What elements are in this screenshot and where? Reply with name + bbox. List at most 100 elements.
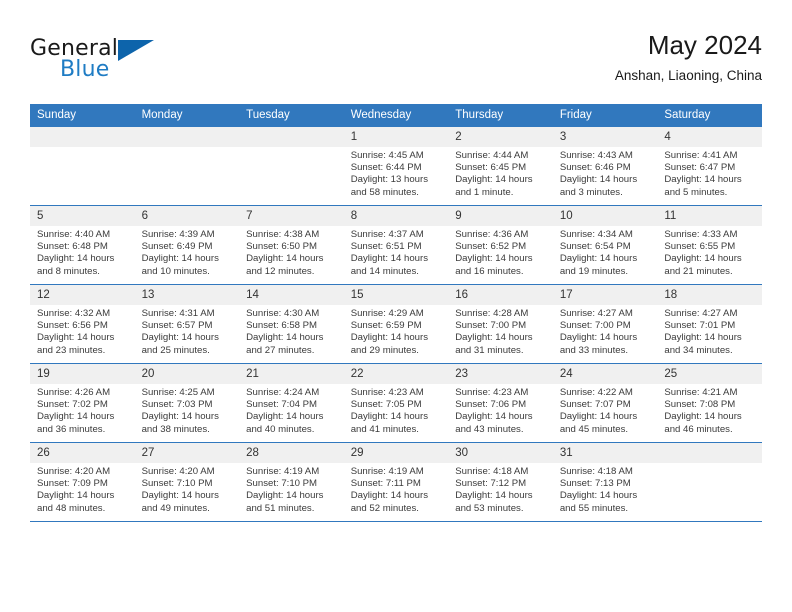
- calendar-day-cell[interactable]: 4 Sunrise: 4:41 AM Sunset: 6:47 PM Daylight…: [657, 127, 762, 206]
- calendar-day-cell[interactable]: 5 Sunrise: 4:40 AM Sunset: 6:48 PM Daylight…: [30, 205, 135, 285]
- calendar-day-cell-empty: [134, 127, 240, 206]
- page-header: General Blue May 2024 Anshan, Liaoning, …: [30, 28, 762, 98]
- day-details: Sunrise: 4:44 AM Sunset: 6:45 PM Daylight:…: [448, 147, 553, 199]
- day-number: 13: [134, 285, 240, 305]
- calendar-day-cell[interactable]: 9 Sunrise: 4:36 AM Sunset: 6:52 PM Daylight…: [448, 205, 553, 285]
- day-details: Sunrise: 4:43 AM Sunset: 6:46 PM Daylight:…: [553, 147, 658, 199]
- day-cell-inner: 11 Sunrise: 4:33 AM Sunset: 6:55 PM Dayligh…: [657, 206, 762, 284]
- calendar-day-cell[interactable]: 17 Sunrise: 4:27 AM Sunset: 7:00 PM Dayligh…: [552, 284, 658, 364]
- day-number: 20: [134, 364, 240, 384]
- calendar-day-cell[interactable]: 3 Sunrise: 4:43 AM Sunset: 6:46 PM Daylight…: [552, 127, 658, 206]
- daylight-duration-line2: and 12 minutes.: [246, 265, 315, 277]
- calendar-day-cell[interactable]: 14 Sunrise: 4:30 AM Sunset: 6:58 PM Dayligh…: [239, 284, 344, 364]
- day-cell-inner: 8 Sunrise: 4:37 AM Sunset: 6:51 PM Daylight…: [343, 206, 449, 284]
- calendar-day-cell[interactable]: 7 Sunrise: 4:38 AM Sunset: 6:50 PM Daylight…: [239, 205, 344, 285]
- general-blue-logo[interactable]: General Blue: [30, 36, 220, 88]
- daylight-duration-line2: and 5 minutes.: [664, 186, 728, 198]
- calendar-day-cell[interactable]: 16 Sunrise: 4:28 AM Sunset: 7:00 PM Dayligh…: [448, 284, 553, 364]
- calendar-day-cell[interactable]: 19 Sunrise: 4:26 AM Sunset: 7:02 PM Dayligh…: [30, 363, 135, 443]
- calendar-day-cell[interactable]: 2 Sunrise: 4:44 AM Sunset: 6:45 PM Daylight…: [448, 127, 553, 206]
- daylight-duration-line1: Daylight: 14 hours: [664, 253, 742, 265]
- sunset-time: Sunset: 6:52 PM: [455, 241, 527, 253]
- calendar-day-cell[interactable]: 21 Sunrise: 4:24 AM Sunset: 7:04 PM Dayligh…: [239, 363, 344, 443]
- day-cell-inner: 12 Sunrise: 4:32 AM Sunset: 6:56 PM Dayligh…: [30, 285, 135, 363]
- daylight-duration-line1: Daylight: 14 hours: [141, 332, 219, 344]
- daylight-duration-line2: and 23 minutes.: [37, 344, 106, 356]
- calendar-day-cell[interactable]: 31 Sunrise: 4:18 AM Sunset: 7:13 PM Dayligh…: [552, 442, 658, 522]
- sunset-time: Sunset: 7:04 PM: [246, 399, 318, 411]
- day-number: 16: [448, 285, 553, 305]
- sunrise-time: Sunrise: 4:44 AM: [455, 150, 529, 161]
- daylight-duration-line1: Daylight: 14 hours: [246, 490, 324, 502]
- calendar-day-cell[interactable]: 20 Sunrise: 4:25 AM Sunset: 7:03 PM Dayligh…: [134, 363, 240, 443]
- day-number: 5: [30, 206, 135, 226]
- sunrise-time: Sunrise: 4:19 AM: [350, 466, 424, 477]
- daylight-duration-line1: Daylight: 14 hours: [455, 490, 533, 502]
- calendar-day-cell[interactable]: 24 Sunrise: 4:22 AM Sunset: 7:07 PM Dayligh…: [552, 363, 658, 443]
- calendar-day-cell[interactable]: 23 Sunrise: 4:23 AM Sunset: 7:06 PM Dayligh…: [448, 363, 553, 443]
- day-number: 26: [30, 443, 135, 463]
- sunrise-time: Sunrise: 4:30 AM: [246, 308, 320, 319]
- calendar-day-cell[interactable]: 13 Sunrise: 4:31 AM Sunset: 6:57 PM Dayligh…: [134, 284, 240, 364]
- calendar-day-cell[interactable]: 28 Sunrise: 4:19 AM Sunset: 7:10 PM Dayligh…: [239, 442, 344, 522]
- calendar-day-cell[interactable]: 10 Sunrise: 4:34 AM Sunset: 6:54 PM Dayligh…: [552, 205, 658, 285]
- daylight-duration-line1: Daylight: 14 hours: [664, 411, 742, 423]
- sunset-time: Sunset: 6:51 PM: [350, 241, 422, 253]
- calendar-day-cell[interactable]: 12 Sunrise: 4:32 AM Sunset: 6:56 PM Dayligh…: [30, 284, 135, 364]
- day-details: Sunrise: 4:23 AM Sunset: 7:06 PM Daylight:…: [448, 384, 553, 436]
- day-number: 21: [239, 364, 344, 384]
- weekday-header-tuesday: Tuesday: [239, 104, 344, 127]
- daylight-duration-line2: and 46 minutes.: [664, 423, 733, 435]
- day-cell-inner: 6 Sunrise: 4:39 AM Sunset: 6:49 PM Daylight…: [134, 206, 240, 284]
- day-cell-inner: [239, 127, 344, 205]
- sunset-time: Sunset: 6:44 PM: [350, 162, 422, 174]
- calendar-week-row: 1 Sunrise: 4:45 AM Sunset: 6:44 PM Daylight…: [30, 127, 762, 206]
- day-cell-inner: 25 Sunrise: 4:21 AM Sunset: 7:08 PM Dayligh…: [657, 364, 762, 442]
- day-cell-inner: 1 Sunrise: 4:45 AM Sunset: 6:44 PM Daylight…: [343, 127, 449, 205]
- calendar-day-cell[interactable]: 29 Sunrise: 4:19 AM Sunset: 7:11 PM Dayligh…: [343, 442, 449, 522]
- calendar-day-cell[interactable]: 22 Sunrise: 4:23 AM Sunset: 7:05 PM Dayligh…: [343, 363, 449, 443]
- sunrise-time: Sunrise: 4:26 AM: [37, 387, 111, 398]
- calendar-day-cell[interactable]: 30 Sunrise: 4:18 AM Sunset: 7:12 PM Dayligh…: [448, 442, 553, 522]
- daylight-duration-line2: and 3 minutes.: [559, 186, 623, 198]
- daylight-duration-line1: Daylight: 14 hours: [37, 490, 115, 502]
- daylight-duration-line1: Daylight: 14 hours: [141, 411, 219, 423]
- day-number: 27: [134, 443, 240, 463]
- calendar-day-cell[interactable]: 25 Sunrise: 4:21 AM Sunset: 7:08 PM Dayligh…: [657, 363, 762, 443]
- calendar-day-cell[interactable]: 11 Sunrise: 4:33 AM Sunset: 6:55 PM Dayligh…: [657, 205, 762, 285]
- day-number: 30: [448, 443, 553, 463]
- calendar-header-row: Sunday Monday Tuesday Wednesday Thursday…: [30, 104, 762, 127]
- calendar-page: General Blue May 2024 Anshan, Liaoning, …: [0, 0, 792, 612]
- daylight-duration-line1: Daylight: 14 hours: [246, 411, 324, 423]
- sunset-time: Sunset: 6:54 PM: [559, 241, 631, 253]
- calendar-week-row: 26 Sunrise: 4:20 AM Sunset: 7:09 PM Dayligh…: [30, 442, 762, 522]
- calendar-body: 1 Sunrise: 4:45 AM Sunset: 6:44 PM Daylight…: [30, 127, 762, 522]
- sunrise-time: Sunrise: 4:36 AM: [455, 229, 529, 240]
- calendar-day-cell[interactable]: 1 Sunrise: 4:45 AM Sunset: 6:44 PM Daylight…: [343, 127, 449, 206]
- day-number: 15: [343, 285, 449, 305]
- day-cell-inner: 23 Sunrise: 4:23 AM Sunset: 7:06 PM Dayligh…: [448, 364, 553, 442]
- title-block: May 2024 Anshan, Liaoning, China: [615, 28, 762, 86]
- day-details: Sunrise: 4:37 AM Sunset: 6:51 PM Daylight:…: [344, 226, 449, 278]
- daylight-duration-line2: and 40 minutes.: [246, 423, 315, 435]
- day-number: 14: [239, 285, 344, 305]
- calendar-day-cell[interactable]: 15 Sunrise: 4:29 AM Sunset: 6:59 PM Dayligh…: [343, 284, 449, 364]
- day-details: Sunrise: 4:20 AM Sunset: 7:10 PM Daylight:…: [135, 463, 240, 515]
- day-number: 19: [30, 364, 135, 384]
- sunset-time: Sunset: 7:00 PM: [455, 320, 527, 332]
- day-details: Sunrise: 4:27 AM Sunset: 7:01 PM Daylight:…: [657, 305, 762, 357]
- sunrise-time: Sunrise: 4:39 AM: [141, 229, 215, 240]
- calendar-day-cell[interactable]: 6 Sunrise: 4:39 AM Sunset: 6:49 PM Daylight…: [134, 205, 240, 285]
- daylight-duration-line1: Daylight: 14 hours: [350, 332, 429, 344]
- day-cell-inner: 15 Sunrise: 4:29 AM Sunset: 6:59 PM Dayligh…: [343, 285, 449, 363]
- day-details: Sunrise: 4:32 AM Sunset: 6:56 PM Daylight:…: [30, 305, 135, 357]
- calendar-day-cell[interactable]: 27 Sunrise: 4:20 AM Sunset: 7:10 PM Dayligh…: [134, 442, 240, 522]
- day-cell-inner: 4 Sunrise: 4:41 AM Sunset: 6:47 PM Daylight…: [657, 127, 762, 205]
- sunrise-time: Sunrise: 4:18 AM: [455, 466, 529, 477]
- calendar-day-cell[interactable]: 18 Sunrise: 4:27 AM Sunset: 7:01 PM Dayligh…: [657, 284, 762, 364]
- calendar-day-cell[interactable]: 26 Sunrise: 4:20 AM Sunset: 7:09 PM Dayligh…: [30, 442, 135, 522]
- day-cell-inner: 14 Sunrise: 4:30 AM Sunset: 6:58 PM Dayligh…: [239, 285, 344, 363]
- sunrise-time: Sunrise: 4:29 AM: [350, 308, 424, 319]
- calendar-day-cell[interactable]: 8 Sunrise: 4:37 AM Sunset: 6:51 PM Daylight…: [343, 205, 449, 285]
- day-cell-inner: [30, 127, 135, 205]
